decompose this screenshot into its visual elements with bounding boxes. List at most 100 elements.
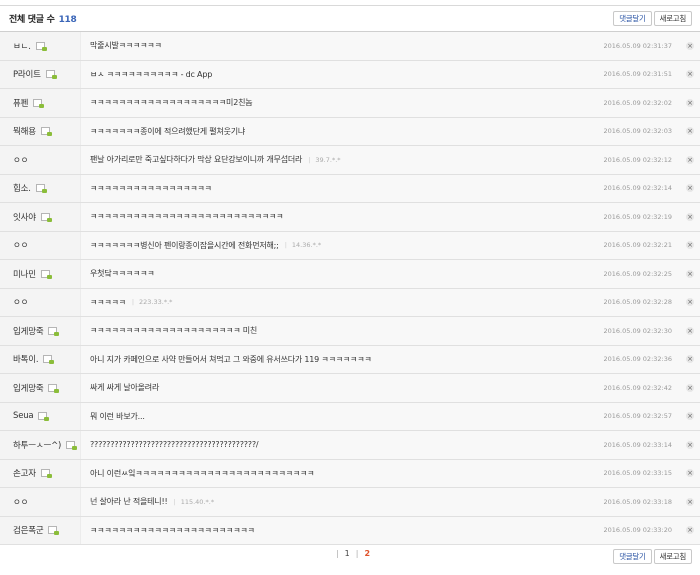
comment-row: 손고자 아니 이런ㅆ잌ㅋㅋㅋㅋㅋㅋㅋㅋㅋㅋㅋㅋㅋㅋㅋㅋㅋㅋㅋㅋㅋㅋㅋㅋㅋ 2016.…: [0, 459, 700, 488]
comment-nickname[interactable]: 퓨펜: [13, 97, 28, 109]
delete-cell: ×: [680, 146, 700, 174]
nickname-cell: P라이트: [0, 60, 80, 88]
delete-comment-icon[interactable]: ×: [686, 212, 694, 221]
comment-nickname[interactable]: 검은폭군: [13, 524, 44, 536]
comment-nickname[interactable]: ㅂㄴ.: [13, 40, 31, 52]
nickname-cell: 입게망죽: [0, 317, 80, 345]
comment-row: 하투ㅡㅅㅡ^)?????????????????????????????????…: [0, 431, 700, 460]
comment-text: ㅋㅋㅋㅋㅋㅋㅋㅋㅋㅋㅋㅋㅋㅋㅋㅋㅋㅋㅋ미2친놈: [90, 98, 253, 108]
gallog-icon[interactable]: [35, 184, 47, 194]
delete-cell: ×: [680, 288, 700, 316]
comment-nickname[interactable]: 바톡이.: [13, 353, 39, 365]
delete-cell: ×: [680, 60, 700, 88]
comment-row: 바톡이. 아니 지가 카페인으로 사약 만들어서 쳐먹고 그 와중에 유서쓰다가 …: [0, 345, 700, 374]
gallog-icon[interactable]: [48, 326, 60, 336]
comment-date: 2016.05.09 02:33:14: [580, 431, 680, 459]
write-comment-button[interactable]: 댓글달기: [613, 11, 652, 26]
nickname-cell: 미나민: [0, 260, 80, 288]
comment-row: P라이트 ㅂㅅ ㅋㅋㅋㅋㅋㅋㅋㅋㅋㅋ - dc App 2016.05.09 02:…: [0, 60, 700, 89]
comment-date: 2016.05.09 02:32:28: [580, 288, 680, 316]
gallog-icon[interactable]: [33, 98, 45, 108]
delete-comment-icon[interactable]: ×: [686, 41, 694, 50]
footer-refresh-button[interactable]: 새로고침: [653, 549, 692, 564]
delete-comment-icon[interactable]: ×: [686, 70, 694, 79]
comment-nickname[interactable]: 미나민: [13, 268, 36, 280]
delete-cell: ×: [680, 317, 700, 345]
comment-row: 입게망죽 싸게 싸게 날아올려라 2016.05.09 02:32:42 ×: [0, 374, 700, 403]
gallog-icon[interactable]: [43, 355, 55, 365]
delete-comment-icon[interactable]: ×: [686, 184, 694, 193]
comment-text-cell: 싸게 싸게 날아올려라: [80, 374, 580, 402]
gallog-icon[interactable]: [40, 269, 52, 279]
nickname-cell: 뭑해용: [0, 117, 80, 145]
delete-comment-icon[interactable]: ×: [686, 526, 694, 535]
gallog-icon[interactable]: [40, 212, 52, 222]
delete-cell: ×: [680, 32, 700, 60]
delete-cell: ×: [680, 374, 700, 402]
page-separator: |: [355, 548, 359, 558]
comment-nickname[interactable]: 입게망죽: [13, 382, 44, 394]
gallog-icon[interactable]: [40, 127, 52, 137]
pagination: | 1 | 2: [0, 543, 700, 563]
nickname-cell: 힙소.: [0, 174, 80, 202]
gallog-icon[interactable]: [48, 526, 60, 536]
page-link-1[interactable]: 1: [345, 549, 350, 558]
comment-nickname[interactable]: 손고자: [13, 467, 36, 479]
comment-nickname[interactable]: ㅇㅇ: [13, 154, 28, 166]
comment-row: ㅇㅇ ㅋㅋㅋㅋㅋㅋㅋ병신아 펜이랑종이잡을시간에 전화먼저해;; 14.36.*.*…: [0, 231, 700, 260]
gallog-icon[interactable]: [66, 440, 78, 450]
comment-nickname[interactable]: ㅇㅇ: [13, 496, 28, 508]
comment-nickname[interactable]: 뭑해용: [13, 125, 36, 137]
page-link-2-current[interactable]: 2: [364, 549, 370, 558]
delete-comment-icon[interactable]: ×: [686, 155, 694, 164]
gallog-icon[interactable]: [38, 412, 50, 422]
comment-row: 입게망죽 ㅋㅋㅋㅋㅋㅋㅋㅋㅋㅋㅋㅋㅋㅋㅋㅋㅋㅋㅋㅋㅋ 미친 2016.05.09 0…: [0, 317, 700, 346]
footer-write-comment-button[interactable]: 댓글달기: [613, 549, 652, 564]
nickname-cell: Seua: [0, 402, 80, 430]
comment-date: 2016.05.09 02:31:37: [580, 32, 680, 60]
nickname-cell: 하투ㅡㅅㅡ^): [0, 431, 80, 459]
gallog-icon[interactable]: [35, 41, 47, 51]
delete-comment-icon[interactable]: ×: [686, 412, 694, 421]
refresh-button[interactable]: 새로고침: [653, 11, 692, 26]
comment-nickname[interactable]: P라이트: [13, 68, 41, 80]
comment-text: ????????????????????????????????????????…: [90, 440, 259, 450]
comment-date: 2016.05.09 02:32:19: [580, 203, 680, 231]
delete-comment-icon[interactable]: ×: [686, 98, 694, 107]
delete-comment-icon[interactable]: ×: [686, 298, 694, 307]
comment-date: 2016.05.09 02:32:12: [580, 146, 680, 174]
comment-nickname[interactable]: 입게망죽: [13, 325, 44, 337]
comment-text: ㅋㅋㅋㅋㅋㅋㅋ종이에 적으려했단게 펼쳐웃기냐: [90, 126, 246, 136]
comment-nickname[interactable]: ㅇㅇ: [13, 296, 28, 308]
delete-comment-icon[interactable]: ×: [686, 440, 694, 449]
comment-text: ㅂㅅ ㅋㅋㅋㅋㅋㅋㅋㅋㅋㅋ - dc App: [90, 69, 213, 79]
comment-row: 퓨펜 ㅋㅋㅋㅋㅋㅋㅋㅋㅋㅋㅋㅋㅋㅋㅋㅋㅋㅋㅋ미2친놈 2016.05.09 02:3…: [0, 89, 700, 118]
comment-text-cell: ㅋㅋㅋㅋㅋㅋㅋㅋㅋㅋㅋㅋㅋㅋㅋㅋㅋㅋㅋㅋㅋ 미친: [80, 317, 580, 345]
comment-header: 전체 댓글 수 118 댓글달기 새로고침: [0, 6, 700, 32]
delete-comment-icon[interactable]: ×: [686, 127, 694, 136]
delete-comment-icon[interactable]: ×: [686, 383, 694, 392]
delete-comment-icon[interactable]: ×: [686, 241, 694, 250]
comment-text: 아니 이런ㅆ잌ㅋㅋㅋㅋㅋㅋㅋㅋㅋㅋㅋㅋㅋㅋㅋㅋㅋㅋㅋㅋㅋㅋㅋㅋㅋ: [90, 468, 315, 478]
comment-row: 뭑해용 ㅋㅋㅋㅋㅋㅋㅋ종이에 적으려했단게 펼쳐웃기냐 2016.05.09 02:…: [0, 117, 700, 146]
delete-comment-icon[interactable]: ×: [686, 326, 694, 335]
comment-row: ㅂㄴ. 막줄시발ㅋㅋㅋㅋㅋㅋ 2016.05.09 02:31:37 ×: [0, 32, 700, 61]
comment-nickname[interactable]: 힙소.: [13, 182, 31, 194]
comment-nickname[interactable]: 잇사야: [13, 211, 36, 223]
delete-comment-icon[interactable]: ×: [686, 469, 694, 478]
comment-text: 우첫닼ㅋㅋㅋㅋㅋㅋ: [90, 269, 155, 279]
gallog-icon[interactable]: [40, 469, 52, 479]
gallog-icon[interactable]: [45, 70, 57, 80]
delete-comment-icon[interactable]: ×: [686, 269, 694, 278]
delete-comment-icon[interactable]: ×: [686, 355, 694, 364]
comment-count-title: 전체 댓글 수 118: [9, 12, 77, 25]
comment-nickname[interactable]: 하투ㅡㅅㅡ^): [13, 439, 61, 451]
nickname-cell: ㅇㅇ: [0, 288, 80, 316]
nickname-cell: ㅇㅇ: [0, 231, 80, 259]
comment-date: 2016.05.09 02:33:18: [580, 488, 680, 516]
gallog-icon[interactable]: [48, 383, 60, 393]
delete-cell: ×: [680, 516, 700, 544]
comment-nickname[interactable]: ㅇㅇ: [13, 239, 28, 251]
delete-comment-icon[interactable]: ×: [686, 497, 694, 506]
comment-nickname[interactable]: Seua: [13, 411, 34, 421]
